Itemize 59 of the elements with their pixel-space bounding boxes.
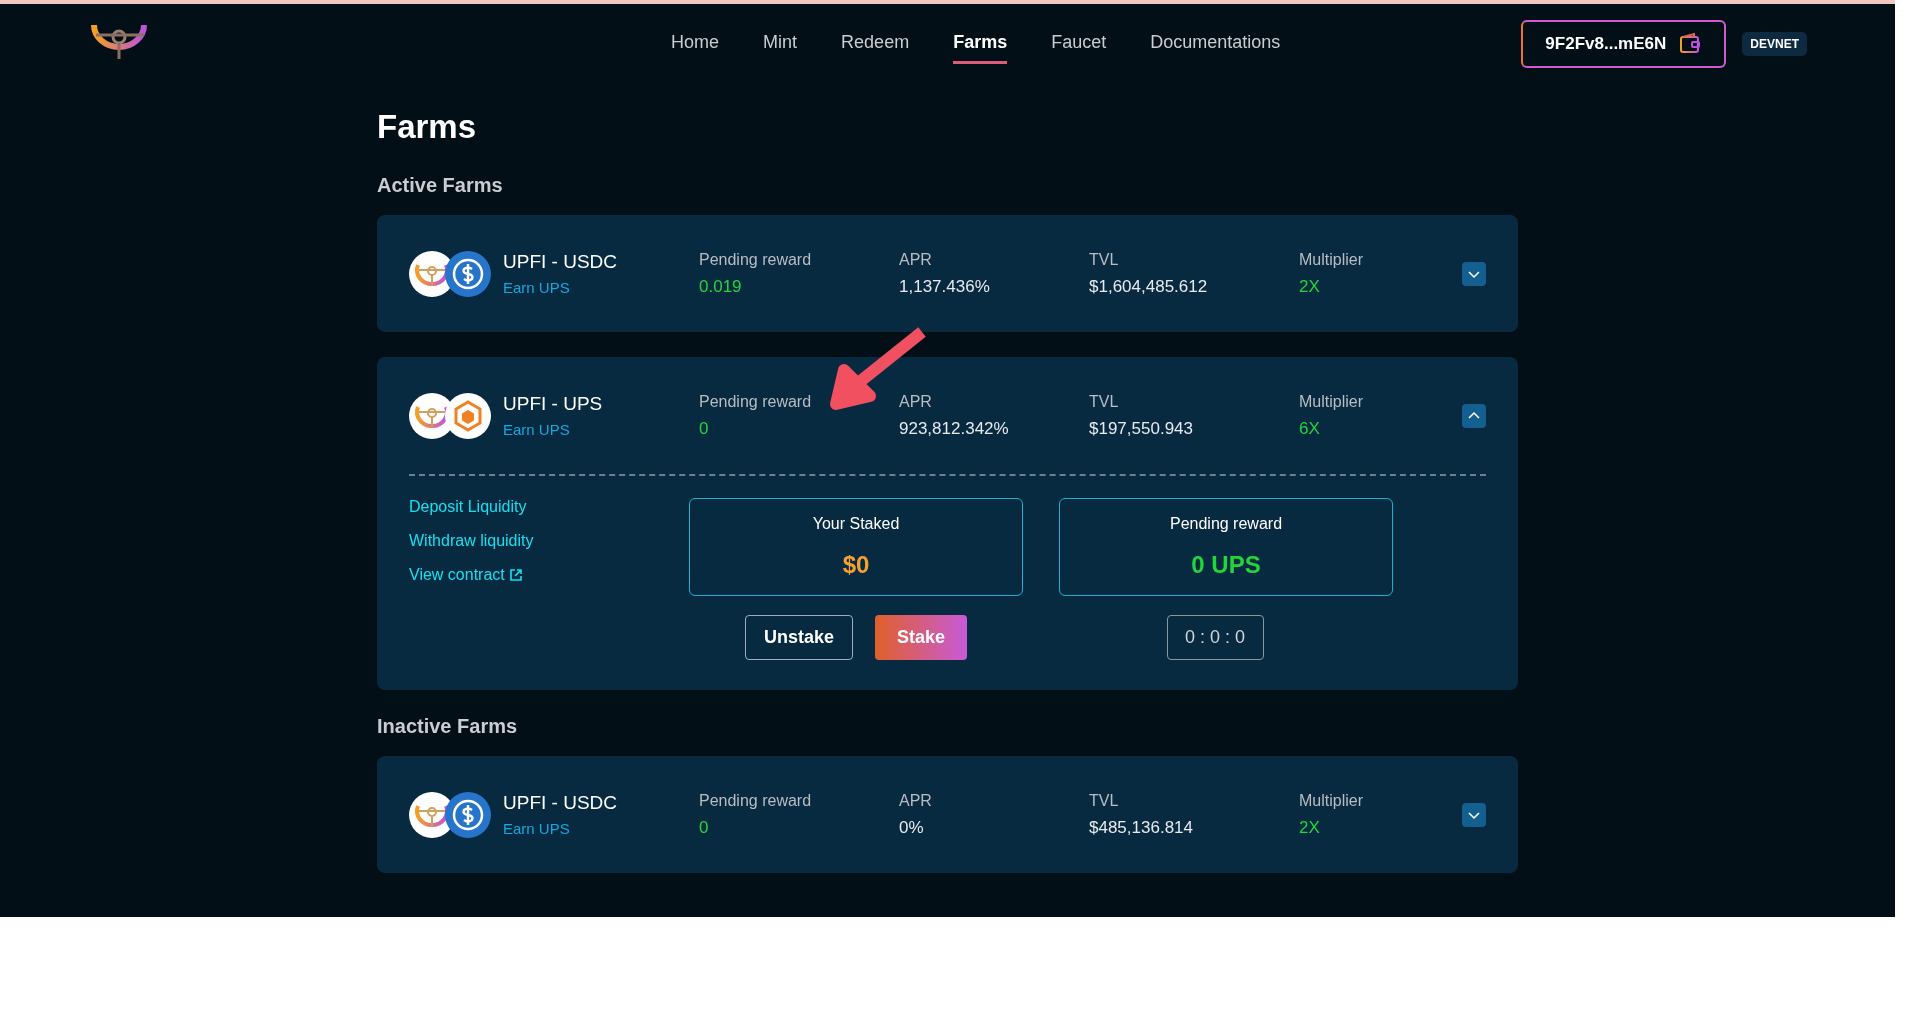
reward-value: 0 UPS	[1191, 551, 1261, 579]
wallet-button[interactable]: 9F2Fv8...mE6N	[1521, 20, 1727, 68]
stat-label: TVL	[1089, 791, 1120, 810]
network-badge: DEVNET	[1742, 32, 1807, 56]
stat-label: Multiplier	[1299, 250, 1364, 269]
hexagon-coin-icon	[445, 392, 491, 439]
stat-label: Multiplier	[1299, 392, 1364, 411]
stat-label: APR	[899, 250, 933, 269]
nav-link[interactable]: Farms	[953, 24, 1008, 64]
stat-value: 2X	[1299, 276, 1321, 297]
section-title: Active Farms	[377, 174, 504, 197]
stat-value: $197,550.943	[1089, 418, 1194, 439]
stat-label: Pending reward	[699, 250, 813, 269]
section-title: Inactive Farms	[377, 715, 519, 738]
nav-link[interactable]: Mint	[763, 24, 798, 64]
staked-value: $0	[842, 551, 870, 579]
earn-label: Earn UPS	[503, 820, 571, 837]
nav-link[interactable]: Redeem	[841, 24, 910, 64]
earn-label: Earn UPS	[503, 421, 571, 438]
nav-link[interactable]: Home	[671, 24, 720, 64]
unstake-button[interactable]: Unstake	[744, 615, 853, 660]
card-label: Your Staked	[812, 515, 900, 533]
wallet-icon	[1678, 32, 1703, 56]
stat-label: APR	[899, 392, 933, 411]
nav-link[interactable]: Documentations	[1150, 24, 1281, 64]
stat-label: Pending reward	[699, 392, 813, 411]
pair-name: UPFI - USDC	[503, 792, 617, 814]
dollar-coin-icon	[445, 250, 491, 297]
stat-value: 6X	[1299, 418, 1321, 439]
page-title: Farms	[377, 108, 478, 146]
stat-value: 1,137.436%	[899, 276, 991, 297]
toggle-button[interactable]	[1462, 802, 1486, 827]
nav-link[interactable]: Faucet	[1051, 24, 1107, 64]
link[interactable]: Withdraw liquidity	[409, 532, 689, 550]
link[interactable]: View contract	[409, 566, 689, 584]
stat-label: TVL	[1089, 250, 1120, 269]
dollar-coin-icon	[445, 791, 491, 838]
link[interactable]: Deposit Liquidity	[409, 498, 689, 516]
pair-name: UPFI - USDC	[503, 251, 617, 273]
earn-label: Earn UPS	[503, 279, 571, 296]
stake-button[interactable]: Stake	[875, 615, 968, 660]
stat-label: TVL	[1089, 392, 1120, 411]
stat-value: 2X	[1299, 817, 1321, 838]
stat-value: $1,604,485.612	[1089, 276, 1209, 297]
countdown-timer: 0 : 0 : 0	[1166, 615, 1264, 660]
stat-label: Multiplier	[1299, 791, 1364, 810]
pair-name: UPFI - UPS	[503, 393, 603, 415]
stat-label: APR	[899, 791, 933, 810]
external-link-icon	[508, 568, 523, 582]
stat-value: 0	[699, 418, 710, 439]
stat-value: $485,136.814	[1089, 817, 1194, 838]
stat-value: 0.019	[699, 276, 743, 297]
toggle-button[interactable]	[1462, 261, 1486, 286]
stat-value: 0	[699, 817, 710, 838]
card-label: Pending reward	[1169, 515, 1283, 533]
stat-label: Pending reward	[699, 791, 813, 810]
stat-value: 923,812.342%	[899, 418, 1010, 439]
stat-value: 0%	[899, 817, 925, 838]
toggle-button[interactable]	[1462, 403, 1486, 428]
